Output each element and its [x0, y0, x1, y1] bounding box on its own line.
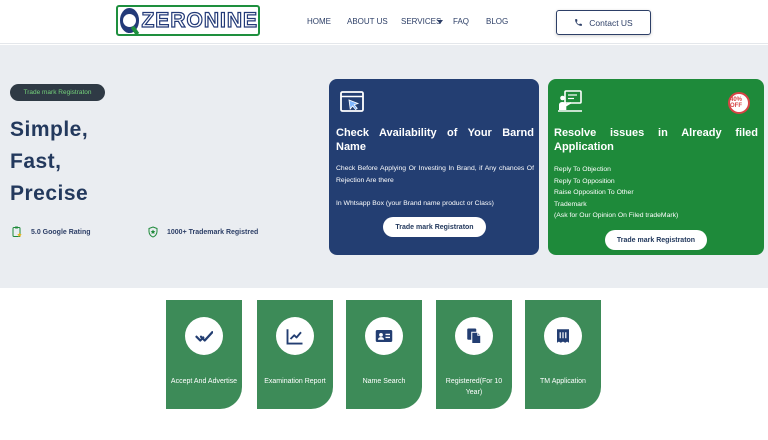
service-icon-circle — [455, 317, 493, 355]
service-label: Name Search — [362, 378, 406, 385]
resolve-issues-title: Resolve issues in Already filed Applicat… — [554, 127, 758, 153]
trademark-registration-button[interactable]: Trade mark Registraton — [605, 230, 707, 250]
nav-faq[interactable]: FAQ — [453, 17, 469, 26]
presenter-board-icon — [558, 90, 582, 112]
service-name-search[interactable]: Name Search — [346, 300, 422, 409]
service-accept-advertise[interactable]: Accept And Advertise — [166, 300, 242, 409]
service-label: Examination Report — [264, 378, 326, 385]
contact-us-label: Contact US — [589, 17, 633, 28]
id-card-icon — [375, 330, 393, 342]
headline-line-1: Simple, — [10, 118, 89, 141]
check-availability-card: Check Availability of Your Barnd Name Ch… — [329, 79, 539, 255]
service-icon-circle — [276, 317, 314, 355]
service-icon-circle — [185, 317, 223, 355]
service-label: Accept And Advertise — [170, 378, 238, 385]
window-cursor-icon — [340, 91, 364, 112]
check-availability-title: Check Availability of Your Barnd Name — [336, 127, 534, 153]
card-body-line — [336, 186, 534, 198]
chart-line-icon — [286, 329, 303, 345]
nav-home[interactable]: HOME — [307, 17, 331, 26]
service-tm-application[interactable]: TM Application — [525, 300, 601, 409]
google-rating-stat: 5.0 Google Rating — [11, 226, 91, 238]
service-examination-report[interactable]: Examination Report — [257, 300, 333, 409]
shield-star-icon — [148, 226, 158, 238]
clipboard-star-icon — [12, 226, 22, 237]
trademark-count-stat: 1000+ Trademark Registred — [147, 226, 258, 238]
check-availability-body: Check Before Applying Or Investing In Br… — [336, 163, 534, 209]
chevron-down-icon[interactable] — [437, 20, 443, 24]
card-body-line: Check Before Applying Or Investing In Br… — [336, 165, 534, 184]
card-body-line: Trademark — [554, 200, 587, 208]
google-rating-label: 5.0 Google Rating — [31, 228, 91, 236]
card-body-line: (Ask for Our Opinion On Filed tradeMark) — [554, 212, 679, 219]
phone-icon — [575, 19, 583, 26]
nav-services[interactable]: SERVICES — [401, 17, 441, 26]
site-header: ZERONINE HOME ABOUT US SERVICES FAQ BLOG… — [0, 0, 768, 44]
service-registered[interactable]: Registered(For 10 Year) — [436, 300, 512, 409]
service-icon-circle — [365, 317, 403, 355]
card-body-line: In Whtsapp Box (your Brand name product … — [336, 199, 494, 207]
card-body-line: Reply To Objection — [554, 166, 611, 173]
service-icon-circle — [544, 317, 582, 355]
discount-badge: 40% OFF — [728, 92, 750, 114]
zeronine-logo[interactable]: ZERONINE — [116, 5, 260, 36]
page: ZERONINE HOME ABOUT US SERVICES FAQ BLOG… — [0, 0, 768, 440]
trademark-registration-button[interactable]: Trade mark Registraton — [383, 217, 486, 237]
card-body-line: Reply To Opposition — [554, 177, 615, 185]
headline-line-3: Precise — [10, 182, 89, 205]
headline-line-2: Fast, — [10, 150, 62, 173]
service-label: TM Application — [540, 378, 586, 385]
logo-q-mark-icon — [120, 8, 140, 33]
nav-blog[interactable]: BLOG — [486, 17, 508, 26]
copy-documents-icon — [467, 328, 482, 345]
service-label: Registered(For 10 Year) — [445, 378, 503, 396]
logo-text: ZERONINE — [141, 8, 258, 32]
receipt-icon — [557, 329, 569, 343]
resolve-issues-card: 40% OFF Resolve issues in Already filed … — [548, 79, 764, 255]
trademark-badge: Trade mark Registraton — [10, 84, 105, 101]
card-body-line: Raise Opposition To Other — [554, 189, 634, 196]
nav-about[interactable]: ABOUT US — [347, 17, 388, 26]
resolve-issues-body: Reply To Objection Reply To Opposition R… — [554, 164, 758, 222]
trademark-count-label: 1000+ Trademark Registred — [167, 228, 259, 236]
contact-us-button[interactable]: Contact US — [556, 10, 651, 35]
double-check-icon — [195, 331, 213, 342]
